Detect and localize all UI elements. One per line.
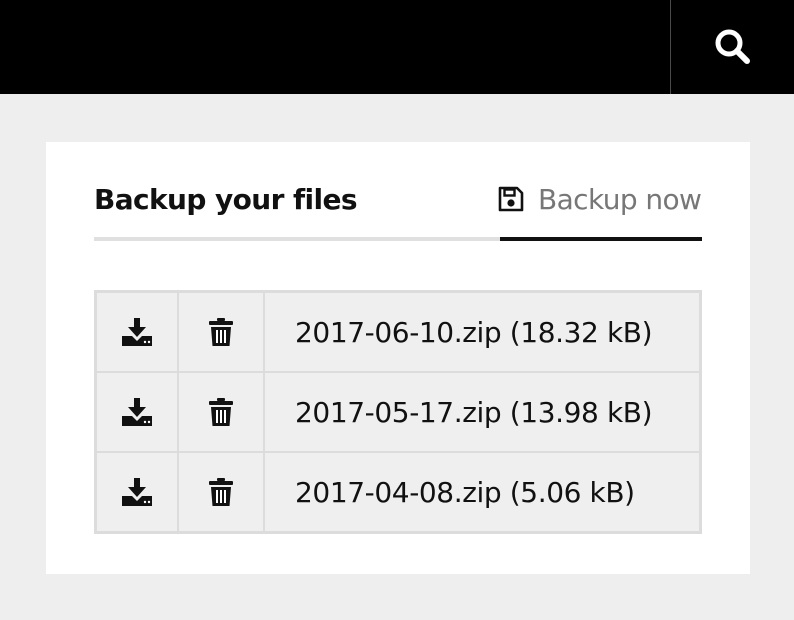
delete-button[interactable] xyxy=(177,371,265,453)
search-icon xyxy=(715,29,750,64)
table-row: 2017-05-17.zip (13.98 kB) xyxy=(94,371,702,453)
backup-card: Backup your files Backup now 2017-06-10.… xyxy=(46,142,750,574)
file-name: 2017-05-17.zip (13.98 kB) xyxy=(263,371,702,453)
download-button[interactable] xyxy=(94,371,179,453)
page-title: Backup your files xyxy=(94,183,358,216)
backup-now-underline xyxy=(500,237,702,241)
backup-now-label: Backup now xyxy=(538,183,702,216)
trash-icon xyxy=(209,398,233,426)
download-button[interactable] xyxy=(94,451,179,534)
trash-icon xyxy=(209,318,233,346)
download-button[interactable] xyxy=(94,290,179,373)
file-name: 2017-04-08.zip (5.06 kB) xyxy=(263,451,702,534)
trash-icon xyxy=(209,478,233,506)
top-bar xyxy=(0,0,794,94)
download-icon xyxy=(122,398,152,426)
table-row: 2017-06-10.zip (18.32 kB) xyxy=(94,290,702,373)
download-icon xyxy=(122,478,152,506)
table-row: 2017-04-08.zip (5.06 kB) xyxy=(94,451,702,534)
save-icon xyxy=(498,186,524,212)
download-icon xyxy=(122,318,152,346)
delete-button[interactable] xyxy=(177,451,265,534)
backup-now-button[interactable]: Backup now xyxy=(498,178,702,241)
backup-files-table: 2017-06-10.zip (18.32 kB) 2017-05-17.zip… xyxy=(94,290,702,534)
delete-button[interactable] xyxy=(177,290,265,373)
file-name: 2017-06-10.zip (18.32 kB) xyxy=(263,290,702,373)
backup-header: Backup your files Backup now xyxy=(94,178,702,242)
header-divider xyxy=(94,237,500,241)
search-button[interactable] xyxy=(670,0,794,94)
